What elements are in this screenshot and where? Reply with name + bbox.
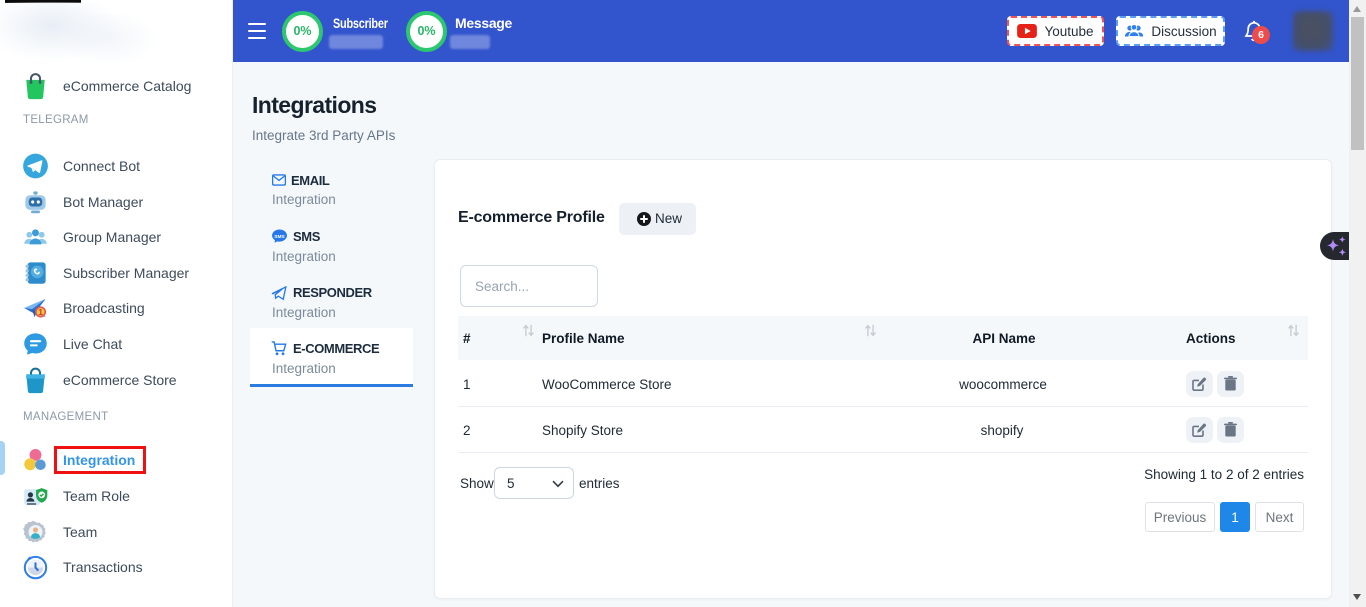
svg-text:1: 1: [38, 307, 43, 317]
svg-text:SMS: SMS: [274, 234, 285, 240]
